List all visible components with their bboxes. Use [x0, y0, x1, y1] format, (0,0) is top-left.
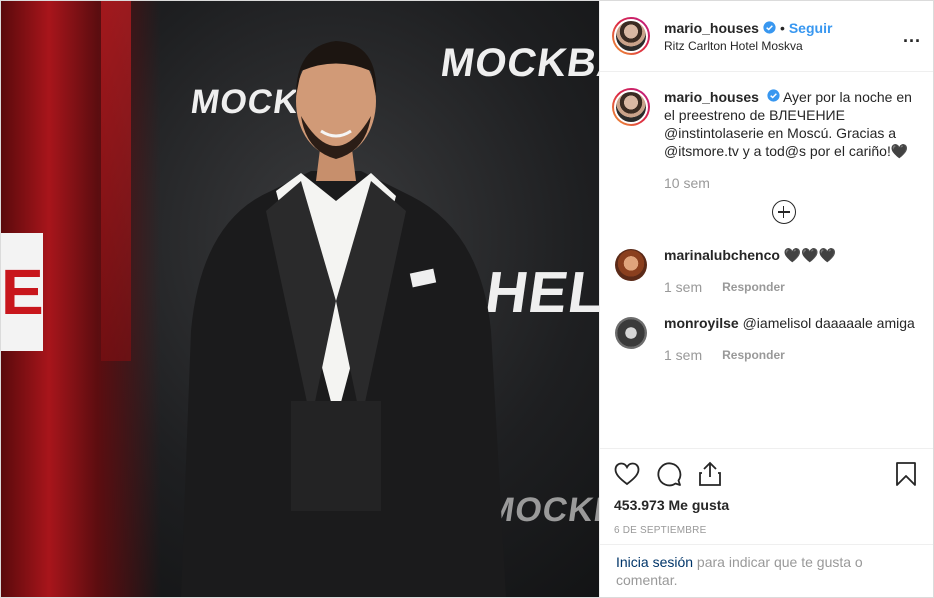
avatar[interactable] [615, 249, 647, 281]
comment-item: marinalubchenco 🖤🖤🖤 1 sem Responder [612, 246, 917, 296]
comments-section: mario_houses Ayer por la noche en el pre… [600, 72, 933, 448]
login-prompt: Inicia sesión para indicar que te gusta … [600, 544, 933, 597]
login-link[interactable]: Inicia sesión [616, 554, 693, 570]
post-sidebar: mario_houses • Seguir Ritz Carlton Hotel… [599, 1, 933, 597]
comment-item: monroyilse @iamelisol daaaaale amiga 1 s… [612, 314, 917, 364]
follow-button[interactable]: Seguir [789, 20, 833, 36]
post-header: mario_houses • Seguir Ritz Carlton Hotel… [600, 1, 933, 72]
avatar[interactable] [612, 17, 650, 55]
post-photo[interactable]: E MOCKBA MOCKBA HELLO! MOCKBA [1, 1, 599, 597]
location-link[interactable]: Ritz Carlton Hotel Moskva [664, 39, 903, 53]
reply-button[interactable]: Responder [722, 278, 785, 296]
post-date[interactable]: 6 de septiembre [614, 525, 917, 536]
plus-circle-icon[interactable] [771, 200, 796, 224]
avatar[interactable] [612, 88, 650, 126]
likes-count[interactable]: 453.973 Me gusta [614, 497, 917, 513]
comment-username[interactable]: marinalubchenco [664, 247, 780, 263]
comment-text: 🖤🖤🖤 [783, 247, 837, 263]
verified-icon [767, 89, 780, 102]
username[interactable]: mario_houses [664, 20, 759, 36]
caption-username[interactable]: mario_houses [664, 89, 759, 105]
verified-icon [763, 21, 776, 34]
actions-bar: 453.973 Me gusta 6 de septiembre [600, 448, 933, 536]
share-icon[interactable] [698, 461, 722, 487]
caption-time[interactable]: 10 sem [664, 174, 917, 192]
red-panel [101, 1, 131, 361]
comment-icon[interactable] [656, 461, 682, 487]
man-in-suit-figure [181, 41, 506, 597]
comment-time[interactable]: 1 sem [664, 278, 702, 296]
instagram-post: E MOCKBA MOCKBA HELLO! MOCKBA mario_hous… [0, 0, 934, 598]
comment-text: @iamelisol daaaaale amiga [742, 315, 915, 331]
separator-dot: • [779, 19, 785, 36]
caption: mario_houses Ayer por la noche en el pre… [612, 88, 917, 192]
heart-icon[interactable] [614, 462, 640, 486]
bookmark-icon[interactable] [895, 461, 917, 487]
more-options-icon[interactable]: ... [903, 26, 921, 47]
comment-username[interactable]: monroyilse [664, 315, 739, 331]
reply-button[interactable]: Responder [722, 346, 785, 364]
avatar[interactable] [615, 317, 647, 349]
comment-time[interactable]: 1 sem [664, 346, 702, 364]
red-sign: E [1, 233, 44, 351]
load-more-comments [650, 200, 917, 224]
